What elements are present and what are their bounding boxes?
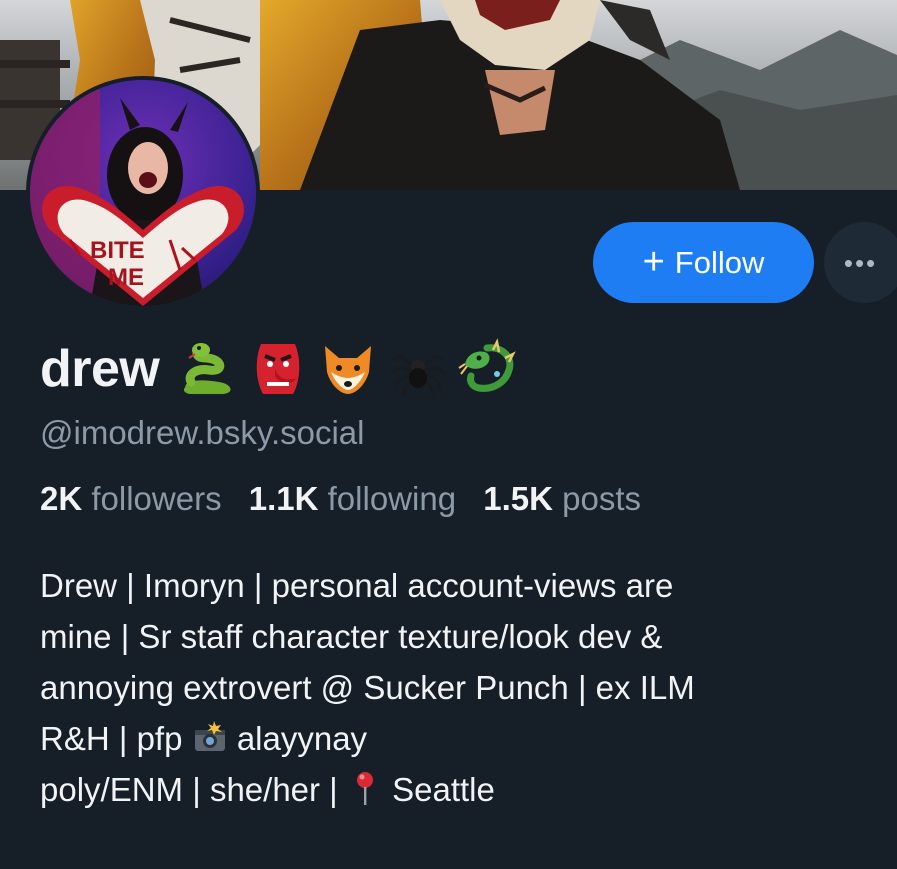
bio-location: Seattle bbox=[392, 771, 495, 808]
follow-button-label: Follow bbox=[674, 244, 765, 280]
avatar[interactable]: BITE ME bbox=[26, 76, 260, 310]
bio-line-1: Drew | Imoryn | personal account-views a… bbox=[40, 567, 674, 604]
profile-bio: Drew | Imoryn | personal account-views a… bbox=[40, 560, 870, 815]
display-name-text: drew bbox=[40, 340, 160, 398]
bio-line-4-text: R&H | pfp bbox=[40, 720, 183, 757]
plus-icon: + bbox=[642, 240, 665, 283]
follow-button[interactable]: + Follow bbox=[593, 222, 814, 303]
avatar-image: BITE ME bbox=[30, 80, 256, 306]
posts-count: 1.5K bbox=[483, 480, 553, 517]
more-options-button[interactable]: ••• bbox=[824, 222, 897, 303]
fox-emoji-icon bbox=[325, 346, 372, 394]
followers-stat[interactable]: 2K followers bbox=[40, 480, 222, 517]
bio-photo-credit: alayynay bbox=[236, 720, 368, 757]
following-count: 1.1K bbox=[248, 480, 319, 517]
camera-flash-emoji-icon bbox=[194, 721, 225, 751]
posts-stat: 1.5K posts bbox=[483, 480, 641, 517]
profile-page: BITE ME + Follow ••• drew @imodrew.bsky.… bbox=[0, 0, 897, 869]
posts-label: posts bbox=[562, 480, 641, 517]
spider-emoji-icon bbox=[390, 354, 447, 397]
dragon-emoji-icon bbox=[458, 338, 517, 392]
followers-count: 2K bbox=[40, 480, 83, 517]
profile-handle[interactable]: @imodrew.bsky.social bbox=[40, 414, 365, 452]
goblin-mask-emoji-icon bbox=[257, 344, 300, 394]
ellipsis-icon: ••• bbox=[843, 247, 878, 278]
bio-line-5-text: poly/ENM | she/her | bbox=[40, 771, 338, 808]
svg-text:ME: ME bbox=[108, 264, 144, 291]
display-name: drew bbox=[40, 334, 527, 404]
bio-line-4: R&H | pfp alayynay bbox=[40, 713, 870, 764]
snake-emoji-icon bbox=[184, 343, 231, 394]
round-pushpin-emoji-icon bbox=[356, 772, 373, 805]
following-stat[interactable]: 1.1K following bbox=[249, 480, 456, 517]
profile-stats: 2K followers 1.1K following 1.5K posts bbox=[40, 480, 659, 518]
bio-line-3: annoying extrovert @ Sucker Punch | ex I… bbox=[40, 669, 695, 706]
followers-label: followers bbox=[91, 480, 222, 517]
following-label: following bbox=[327, 480, 457, 517]
bio-line-5: poly/ENM | she/her | Seattle bbox=[40, 764, 870, 815]
avatar-text: BITE bbox=[90, 237, 145, 264]
bio-line-2: mine | Sr staff character texture/look d… bbox=[40, 618, 663, 655]
